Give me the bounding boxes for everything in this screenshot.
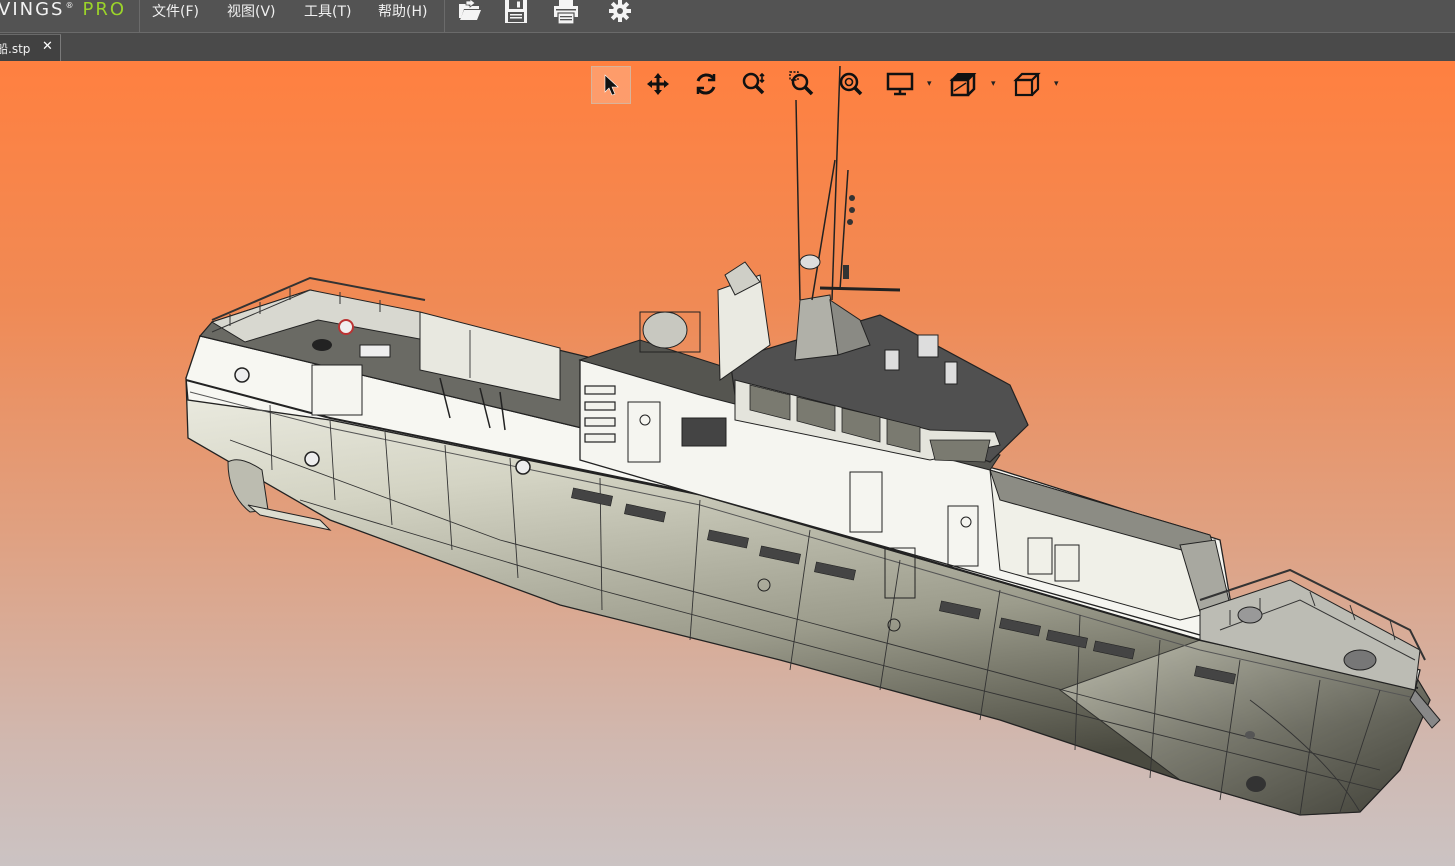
chevron-down-icon[interactable]: ▾	[927, 79, 932, 89]
menu-view[interactable]: 视图(V)	[227, 2, 276, 22]
zoom-window-icon[interactable]	[784, 66, 820, 102]
display-mode-icon[interactable]	[882, 66, 918, 102]
zoom-icon[interactable]	[736, 66, 772, 102]
menu-file[interactable]: 文件(F)	[152, 2, 199, 22]
menu-bar: VINGS® PRO 文件(F) 视图(V) 工具(T) 帮助(H)	[0, 0, 1455, 33]
menu-tools[interactable]: 工具(T)	[304, 2, 351, 22]
select-arrow-icon[interactable]	[591, 66, 631, 104]
tab-label: 船.stp	[0, 42, 31, 56]
menu-help[interactable]: 帮助(H)	[378, 2, 427, 22]
3d-viewport[interactable]: ▾ ▾ ▾	[0, 61, 1455, 866]
save-icon[interactable]	[501, 0, 531, 25]
tab-ship-stp[interactable]: 船.stp ✕	[0, 34, 61, 61]
standard-view-cube-icon[interactable]	[1009, 66, 1045, 102]
section-box-icon[interactable]	[945, 66, 981, 102]
settings-gear-icon[interactable]	[605, 0, 635, 25]
menu-separator	[139, 0, 140, 32]
chevron-down-icon[interactable]: ▾	[991, 79, 996, 89]
document-tab-bar: 船.stp ✕	[0, 33, 1455, 61]
zoom-fit-icon[interactable]	[833, 66, 869, 102]
pan-move-icon[interactable]	[640, 66, 676, 102]
close-icon[interactable]: ✕	[42, 39, 53, 54]
rotate-icon[interactable]	[688, 66, 724, 102]
toolbar-separator	[444, 0, 445, 32]
open-file-icon[interactable]	[455, 0, 485, 25]
app-logo: VINGS® PRO	[0, 0, 126, 20]
chevron-down-icon[interactable]: ▾	[1054, 79, 1059, 89]
ship-3d-model[interactable]	[0, 61, 1455, 866]
print-icon[interactable]	[551, 0, 581, 25]
